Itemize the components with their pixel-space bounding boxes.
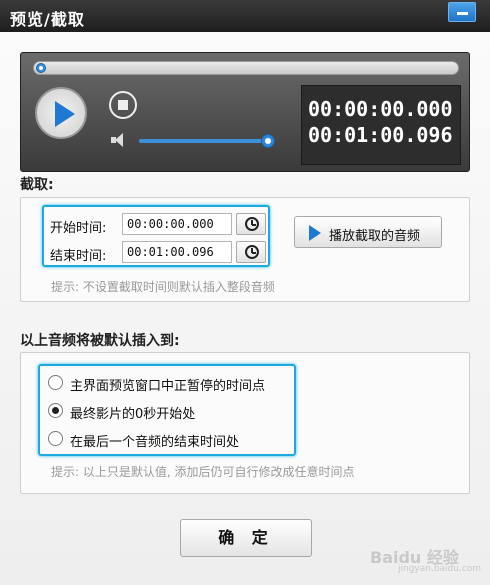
insert-section-label: 以上音频将被默认插入到: [20, 333, 180, 349]
total-time: 00:01:00.096 [308, 123, 453, 147]
dialog-content: 00:00:00.000 00:01:00.096 截取: 提示: 不设置截取时… [0, 32, 490, 585]
seek-bar[interactable] [33, 61, 459, 75]
history-icon [245, 245, 259, 259]
start-time-input[interactable]: 00:00:00.000 [122, 213, 232, 235]
insert-options-box: 主界面预览窗口中正暂停的时间点 最终影片的0秒开始处 在最后一个音频的结束时间处 [38, 364, 296, 456]
watermark-sub: jingyan.baidu.com [398, 564, 482, 574]
seek-thumb[interactable] [36, 63, 46, 73]
history-icon [245, 217, 259, 231]
volume-icon [111, 133, 129, 147]
title-bar: 预览/截取 [0, 0, 490, 32]
option-label: 最终影片的0秒开始处 [70, 407, 196, 422]
current-time: 00:00:00.000 [308, 97, 453, 121]
radio-button[interactable] [48, 403, 63, 418]
insert-hint: 提示: 以上只是默认值, 添加后仍可自行修改成任意时间点 [51, 465, 355, 479]
end-time-input[interactable]: 00:01:00.096 [122, 241, 232, 263]
play-icon [309, 225, 321, 241]
radio-button[interactable] [48, 375, 63, 390]
end-time-history-button[interactable] [236, 241, 266, 263]
volume-thumb[interactable] [261, 134, 275, 148]
ok-button[interactable]: 确 定 [180, 519, 312, 557]
clip-hint: 提示: 不设置截取时间则默认插入整段音频 [51, 280, 275, 294]
minimize-button[interactable] [448, 2, 476, 22]
time-display: 00:00:00.000 00:01:00.096 [301, 85, 461, 165]
clip-section-label: 截取: [20, 177, 54, 193]
play-clip-label: 播放截取的音频 [329, 229, 421, 244]
option-label: 在最后一个音频的结束时间处 [70, 435, 240, 450]
end-time-label: 结束时间: [50, 249, 107, 264]
play-button[interactable] [35, 87, 87, 139]
stop-button[interactable] [109, 91, 137, 119]
volume-slider[interactable] [139, 139, 269, 143]
audio-player: 00:00:00.000 00:01:00.096 [20, 52, 470, 172]
play-clip-button[interactable]: 播放截取的音频 [294, 216, 442, 248]
radio-button[interactable] [48, 431, 63, 446]
clip-time-box: 开始时间: 00:00:00.000 结束时间: 00:01:00.096 [42, 205, 270, 267]
start-time-history-button[interactable] [236, 213, 266, 235]
window-title: 预览/截取 [10, 10, 85, 29]
baidu-watermark: Baidu 经验 jingyan.baidu.com [370, 544, 482, 574]
option-label: 主界面预览窗口中正暂停的时间点 [70, 379, 266, 394]
start-time-label: 开始时间: [50, 221, 107, 236]
